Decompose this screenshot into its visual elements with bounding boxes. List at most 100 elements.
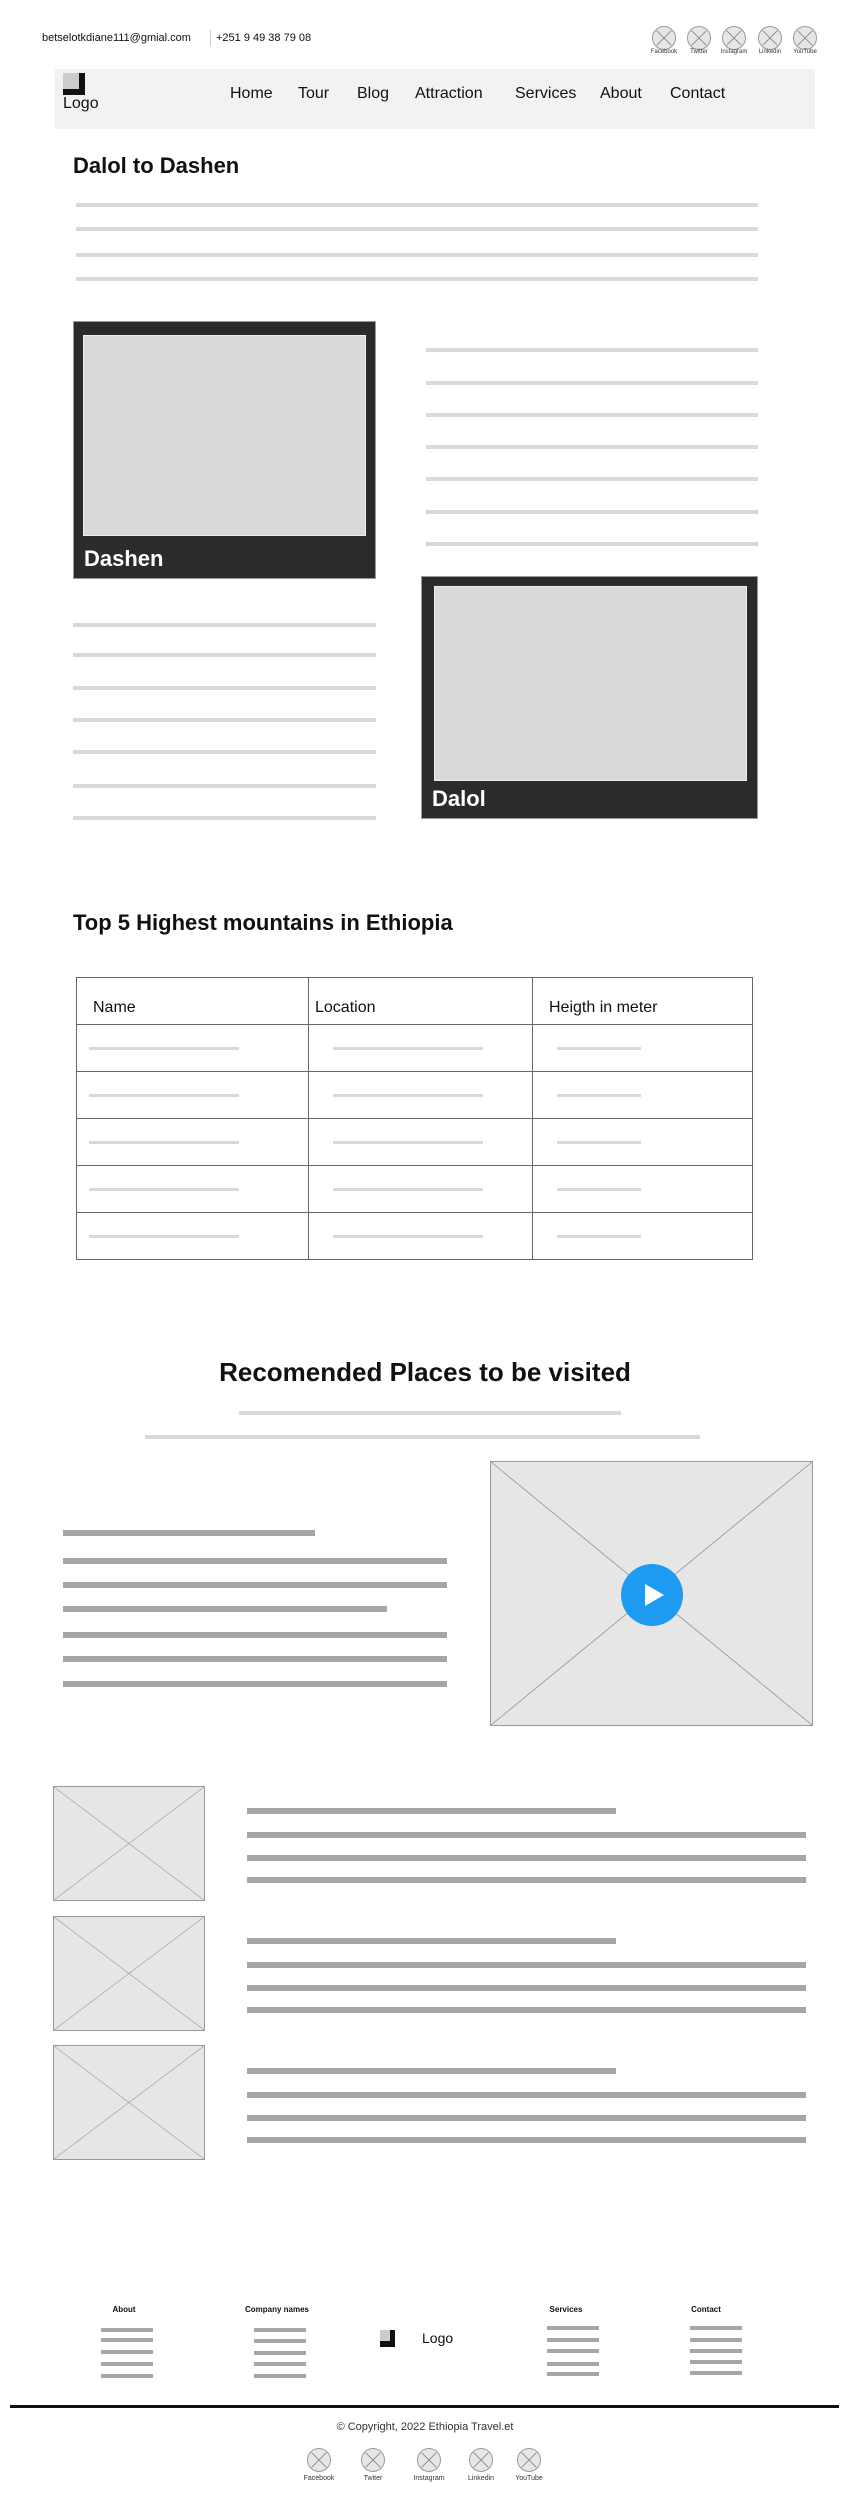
text-placeholder-line <box>63 1530 315 1536</box>
nav-tour[interactable]: Tour <box>298 85 329 103</box>
facebook-icon[interactable] <box>652 26 676 50</box>
navbar: Logo Home Tour Blog Attraction Services … <box>55 69 815 129</box>
text-placeholder-line <box>63 1632 447 1638</box>
text-placeholder-line <box>101 2338 153 2342</box>
linkedin-label[interactable]: Linkedin <box>456 2475 506 2482</box>
youtube-icon[interactable] <box>517 2448 541 2472</box>
text-placeholder-line <box>145 1435 700 1439</box>
footer-heading-company: Company names <box>244 2305 310 2314</box>
divider <box>210 30 211 46</box>
table-cell <box>76 1118 309 1166</box>
page-title: Dalol to Dashen <box>73 153 240 178</box>
text-placeholder <box>89 1094 239 1097</box>
logo[interactable]: Logo <box>63 73 99 113</box>
twiter-icon[interactable] <box>361 2448 385 2472</box>
twiter-label[interactable]: Twiter <box>348 2475 398 2482</box>
nav-about[interactable]: About <box>600 85 642 103</box>
text-placeholder-line <box>63 1681 447 1687</box>
text-placeholder-line <box>547 2326 599 2330</box>
nav-services[interactable]: Services <box>515 85 576 103</box>
facebook-icon[interactable] <box>307 2448 331 2472</box>
text-placeholder-line <box>247 2092 806 2098</box>
footer-heading-contact: Contact <box>691 2305 721 2314</box>
nav-contact[interactable]: Contact <box>670 85 725 103</box>
dashen-image <box>83 335 366 536</box>
text-placeholder-line <box>247 1938 616 1944</box>
instagram-icon[interactable] <box>722 26 746 50</box>
table-cell <box>532 1118 753 1166</box>
copyright: © Copyright, 2022 Ethiopia Travel.et <box>336 2421 514 2433</box>
table-cell <box>532 1165 753 1213</box>
text-placeholder-line <box>73 718 376 722</box>
table-title: Top 5 Highest mountains in Ethiopia <box>73 910 453 935</box>
text-placeholder-line <box>690 2360 742 2364</box>
text-placeholder-line <box>247 1985 806 1991</box>
text-placeholder-line <box>690 2338 742 2342</box>
contact-email[interactable]: betselotkdiane111@gmial.com <box>42 32 191 44</box>
col-name: Name <box>76 977 309 1025</box>
text-placeholder-line <box>73 623 376 627</box>
linkedin-icon[interactable] <box>758 26 782 50</box>
text-placeholder-line <box>426 510 758 514</box>
text-placeholder-line <box>690 2371 742 2375</box>
play-button[interactable] <box>621 1564 683 1626</box>
place-thumbnail[interactable] <box>53 1916 205 2031</box>
text-placeholder-line <box>426 542 758 546</box>
place-thumbnail[interactable] <box>53 2045 205 2160</box>
play-icon <box>645 1584 664 1606</box>
footer-heading-services: Services <box>549 2305 583 2314</box>
text-placeholder-line <box>73 784 376 788</box>
text-placeholder-line <box>247 1832 806 1838</box>
text-placeholder-line <box>247 2137 806 2143</box>
logo-text: Logo <box>63 95 99 112</box>
nav-home[interactable]: Home <box>230 85 273 103</box>
text-placeholder-line <box>247 1855 806 1861</box>
text-placeholder-line <box>101 2350 153 2354</box>
card-caption: Dalol <box>432 786 486 811</box>
text-placeholder-line <box>426 381 758 385</box>
text-placeholder-line <box>239 1411 621 1415</box>
text-placeholder <box>333 1141 483 1144</box>
text-placeholder-line <box>101 2362 153 2366</box>
youtube-label[interactable]: YouTube <box>504 2475 554 2482</box>
dashen-card[interactable]: Dashen <box>73 321 376 579</box>
text-placeholder-line <box>101 2374 153 2378</box>
table-cell <box>532 1024 753 1072</box>
table-cell <box>532 1071 753 1119</box>
youtube-icon[interactable] <box>793 26 817 50</box>
instagram-label[interactable]: Instagram <box>404 2475 454 2482</box>
place-thumbnail[interactable] <box>53 1786 205 1901</box>
footer-heading-about: About <box>112 2305 136 2314</box>
youtube-label[interactable]: YouTube <box>780 49 830 55</box>
table-row <box>76 1212 753 1260</box>
text-placeholder-line <box>547 2338 599 2342</box>
text-placeholder-line <box>247 1808 616 1814</box>
dalol-card[interactable]: Dalol <box>421 576 758 819</box>
table-cell <box>76 1165 309 1213</box>
text-placeholder-line <box>73 816 376 820</box>
table-cell <box>308 1212 533 1260</box>
text-placeholder <box>89 1235 239 1238</box>
card-caption: Dashen <box>84 546 164 571</box>
table-cell <box>76 1071 309 1119</box>
text-placeholder <box>89 1141 239 1144</box>
linkedin-icon[interactable] <box>469 2448 493 2472</box>
text-placeholder-line <box>254 2351 306 2355</box>
video-placeholder[interactable] <box>490 1461 813 1726</box>
text-placeholder-line <box>73 653 376 657</box>
nav-blog[interactable]: Blog <box>357 85 389 103</box>
text-placeholder-line <box>76 253 758 257</box>
instagram-icon[interactable] <box>417 2448 441 2472</box>
text-placeholder-line <box>63 1582 447 1588</box>
twitter-icon[interactable] <box>687 26 711 50</box>
text-placeholder-line <box>63 1558 447 1564</box>
recommended-title: Recomended Places to be visited <box>219 1357 631 1387</box>
text-placeholder-line <box>426 348 758 352</box>
text-placeholder-line <box>547 2349 599 2353</box>
text-placeholder <box>333 1094 483 1097</box>
nav-attraction[interactable]: Attraction <box>415 85 483 103</box>
facebook-label[interactable]: Facebook <box>294 2475 344 2482</box>
text-placeholder-line <box>247 2007 806 2013</box>
text-placeholder <box>89 1188 239 1191</box>
text-placeholder <box>557 1235 641 1238</box>
